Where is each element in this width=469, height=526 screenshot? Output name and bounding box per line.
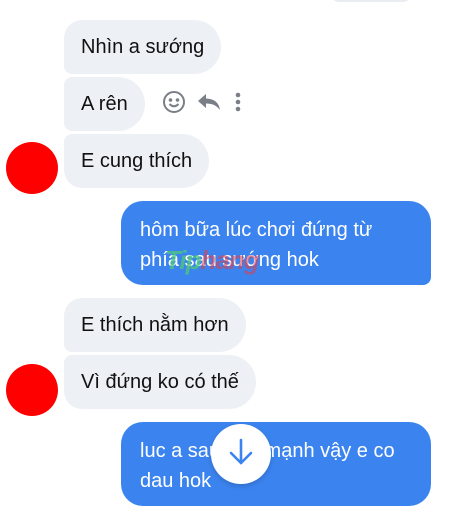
avatar[interactable]: [6, 364, 58, 416]
avatar[interactable]: [6, 142, 58, 194]
message-actions: [162, 88, 244, 116]
more-vertical-icon[interactable]: [232, 90, 244, 114]
reply-icon[interactable]: [196, 90, 222, 114]
outgoing-message[interactable]: luc a sau dập mạnh vậy e co dau hok: [121, 422, 431, 506]
incoming-message[interactable]: Vì đứng ko có thế: [64, 355, 256, 409]
smile-icon[interactable]: [162, 90, 186, 114]
incoming-message[interactable]: E cung thích: [64, 134, 210, 188]
scroll-to-bottom-button[interactable]: [211, 424, 271, 484]
top-edge: [0, 0, 469, 2]
outgoing-message[interactable]: hôm bữa lúc chơi đứng từ phía sau sướng …: [121, 201, 431, 285]
incoming-message[interactable]: Nhìn a sướng: [64, 20, 222, 74]
incoming-message[interactable]: E thích nằm hơn: [64, 298, 246, 352]
arrow-down-icon: [228, 437, 254, 472]
previous-message-edge: [331, 0, 411, 2]
incoming-message[interactable]: A rên: [64, 77, 145, 131]
